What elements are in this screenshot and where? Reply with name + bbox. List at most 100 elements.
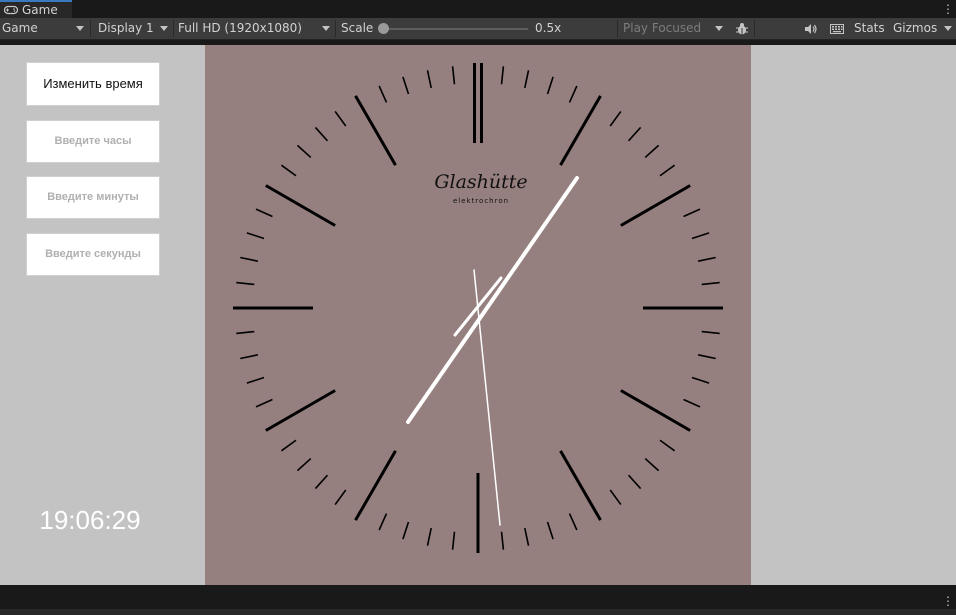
dial-marker <box>265 184 336 227</box>
panel-menu-icon[interactable]: ⋮ <box>942 595 954 607</box>
dial-marker <box>644 144 660 159</box>
scale-slider-track[interactable] <box>384 28 528 30</box>
dial-marker <box>546 76 554 95</box>
dial-marker <box>236 330 255 335</box>
dial-marker <box>609 110 622 127</box>
hours-input[interactable]: Введите часы <box>26 120 160 163</box>
dial-marker <box>523 70 530 89</box>
dial-marker <box>402 76 410 95</box>
dial-marker <box>240 353 259 360</box>
scale-value: 0.5x <box>535 21 562 35</box>
dial-marker <box>691 376 710 384</box>
dial-marker <box>568 85 578 103</box>
dial-marker <box>500 531 505 550</box>
bug-icon <box>736 23 748 35</box>
dial-marker <box>314 126 329 142</box>
dial-marker <box>265 389 336 432</box>
window-tab-bar: Game ⋮ <box>0 0 956 18</box>
dial-marker <box>246 376 265 384</box>
dial-marker <box>240 256 259 263</box>
window-menu-icon[interactable]: ⋮ <box>942 3 954 15</box>
dial-marker <box>314 474 329 490</box>
bottom-panel <box>0 609 956 615</box>
dial-marker <box>697 256 716 263</box>
divider <box>90 20 91 37</box>
clock-face: Glashütte elektrochron <box>205 45 751 585</box>
dial-marker <box>255 208 273 218</box>
dial-marker <box>701 330 720 335</box>
gamepad-icon <box>4 5 18 15</box>
gizmos-label: Gizmos <box>893 21 938 35</box>
dial-marker <box>683 398 701 408</box>
dial-marker <box>334 110 347 127</box>
resolution-dropdown[interactable]: Full HD (1920x1080) <box>174 18 334 39</box>
digital-time-readout: 19:06:29 <box>39 505 141 535</box>
dial-marker <box>280 439 297 452</box>
dial-marker <box>378 85 388 103</box>
change-time-button[interactable]: Изменить время <box>26 62 160 106</box>
stats-button[interactable]: Stats <box>852 18 888 39</box>
dial-marker <box>568 513 578 531</box>
view-mode-dropdown[interactable]: Game <box>0 18 88 39</box>
dial-marker <box>354 95 397 166</box>
seconds-input[interactable]: Введите секунды <box>26 233 160 276</box>
keyboard-icon <box>830 24 844 34</box>
dial-marker <box>402 521 410 540</box>
play-mode-dropdown[interactable]: Play Focused <box>619 18 727 39</box>
resolution-label: Full HD (1920x1080) <box>178 21 302 35</box>
dial-marker <box>620 389 691 432</box>
dial-marker <box>701 281 720 286</box>
dial-marker <box>451 531 456 550</box>
dial-marker <box>296 144 312 159</box>
stats-label: Stats <box>854 21 885 35</box>
dial-marker <box>609 489 622 506</box>
dial-marker <box>546 521 554 540</box>
dial-marker <box>378 513 388 531</box>
dial-marker <box>644 457 660 472</box>
dial-marker <box>296 457 312 472</box>
mute-audio-button[interactable] <box>800 18 822 39</box>
game-view-toolbar: Game Display 1 Full HD (1920x1080) Scale… <box>0 18 956 40</box>
dial-marker <box>620 184 691 227</box>
speaker-icon <box>805 24 817 34</box>
dial-marker <box>683 208 701 218</box>
tab-game[interactable]: Game <box>0 0 72 18</box>
dial-marker <box>255 398 273 408</box>
divider <box>754 20 755 37</box>
view-mode-label: Game <box>2 21 38 35</box>
dial-marker <box>697 353 716 360</box>
dial-marker <box>280 164 297 177</box>
dial-marker <box>426 70 433 89</box>
dial-marker <box>627 126 642 142</box>
divider <box>617 20 618 37</box>
scale-label: Scale <box>341 21 374 35</box>
frame-debugger-button[interactable] <box>733 18 751 39</box>
gizmos-dropdown[interactable]: Gizmos <box>890 18 956 39</box>
dial-marker <box>523 527 530 546</box>
bottom-panel-bar: ⋮ <box>0 585 956 615</box>
dial-marker <box>354 450 397 521</box>
display-dropdown[interactable]: Display 1 <box>92 18 172 39</box>
dial-marker <box>246 232 265 240</box>
dial-marker <box>500 66 505 85</box>
brand-logo: Glashütte <box>434 171 527 193</box>
dial-marker <box>559 95 602 166</box>
dial-marker <box>659 439 676 452</box>
display-label: Display 1 <box>98 21 154 35</box>
play-mode-label: Play Focused <box>623 21 702 35</box>
scale-slider-handle[interactable] <box>378 23 389 34</box>
dial-marker <box>559 450 602 521</box>
tab-label: Game <box>22 3 58 17</box>
dial-marker <box>627 474 642 490</box>
dial-marker <box>426 527 433 546</box>
dial-marker <box>236 281 255 286</box>
clock-dial: Glashütte elektrochron <box>233 63 723 553</box>
minutes-input[interactable]: Введите минуты <box>26 176 160 219</box>
divider <box>335 20 336 37</box>
brand-subtitle: elektrochron <box>453 197 509 205</box>
keyboard-shortcuts-button[interactable] <box>826 18 848 39</box>
dial-marker <box>334 489 347 506</box>
dial-marker <box>451 66 456 85</box>
hour-hand <box>406 176 579 424</box>
dial-marker <box>659 164 676 177</box>
